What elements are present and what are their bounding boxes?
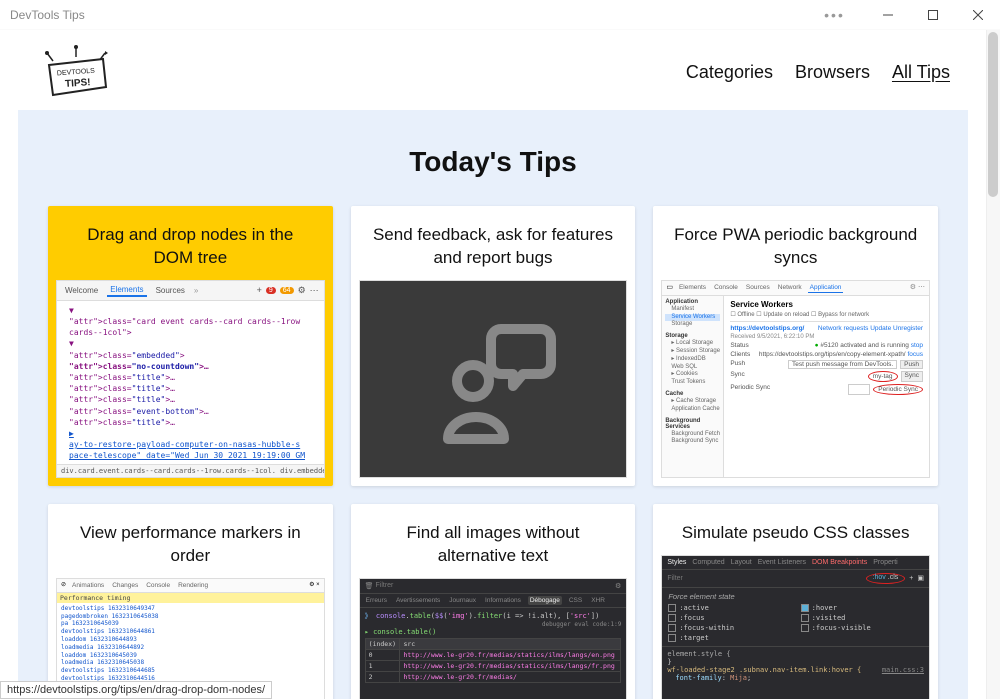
maximize-button[interactable] (910, 0, 955, 30)
scrollbar-thumb[interactable] (988, 32, 998, 197)
svg-text:TIPS!: TIPS! (65, 77, 91, 90)
tip-thumbnail: ▭ Elements Console Sources Network Appli… (661, 280, 930, 478)
nav-browsers[interactable]: Browsers (795, 62, 870, 83)
tip-title: Simulate pseudo CSS classes (653, 504, 938, 555)
tip-title: Find all images without alternative text (351, 504, 636, 578)
tip-card[interactable]: View performance markers in order ⊘ Anim… (48, 504, 333, 699)
tip-thumbnail: Styles Computed Layout Event Listeners D… (661, 555, 930, 699)
gear-icon: ⚙ (298, 285, 306, 296)
nav-all-tips[interactable]: All Tips (892, 62, 950, 83)
main-nav: Categories Browsers All Tips (686, 62, 950, 83)
hero-section: Today's Tips Drag and drop nodes in the … (18, 110, 968, 699)
tip-card[interactable]: Send feedback, ask for features and repo… (351, 206, 636, 486)
gear-icon: ⚙ (615, 582, 621, 590)
tip-title: Drag and drop nodes in the DOM tree (48, 206, 333, 280)
inspect-icon: ▭ (666, 283, 673, 293)
plus-icon: + (257, 285, 262, 295)
logo[interactable]: DEVTOOLS TIPS! (36, 42, 116, 102)
tips-grid: Drag and drop nodes in the DOM tree Welc… (48, 206, 938, 699)
tip-card[interactable]: Find all images without alternative text… (351, 504, 636, 699)
more-icon: ⋯ (310, 285, 319, 296)
window-title: DevTools Tips (10, 8, 85, 22)
page-title: Today's Tips (48, 146, 938, 178)
titlebar: DevTools Tips ••• (0, 0, 1000, 30)
nav-categories[interactable]: Categories (686, 62, 773, 83)
tip-title: Force PWA periodic background syncs (653, 206, 938, 280)
tip-thumbnail: Welcome Elements Sources » + 9 64 ⚙ ⋯ (56, 280, 325, 478)
tip-card[interactable]: Simulate pseudo CSS classes Styles Compu… (653, 504, 938, 699)
tip-title: Send feedback, ask for features and repo… (351, 206, 636, 280)
tip-title: View performance markers in order (48, 504, 333, 578)
window-controls: ••• (812, 0, 1000, 30)
box-icon: ▣ (917, 574, 924, 582)
trash-icon: 🗑 (365, 582, 374, 590)
status-bar: https://devtoolstips.org/tips/en/drag-dr… (0, 681, 272, 699)
scrollbar-track[interactable] (986, 30, 1000, 699)
tip-thumbnail (359, 280, 628, 478)
close-button[interactable] (955, 0, 1000, 30)
tip-thumbnail: 🗑 Filtrer⚙ Erreurs Avertissements Journa… (359, 578, 628, 699)
tip-card[interactable]: Drag and drop nodes in the DOM tree Welc… (48, 206, 333, 486)
tip-card[interactable]: Force PWA periodic background syncs ▭ El… (653, 206, 938, 486)
minimize-button[interactable] (865, 0, 910, 30)
header: DEVTOOLS TIPS! Categories Browsers All T… (0, 30, 986, 110)
feedback-icon (423, 309, 563, 449)
plus-icon: + (909, 575, 913, 582)
more-icon[interactable]: ••• (812, 0, 857, 30)
